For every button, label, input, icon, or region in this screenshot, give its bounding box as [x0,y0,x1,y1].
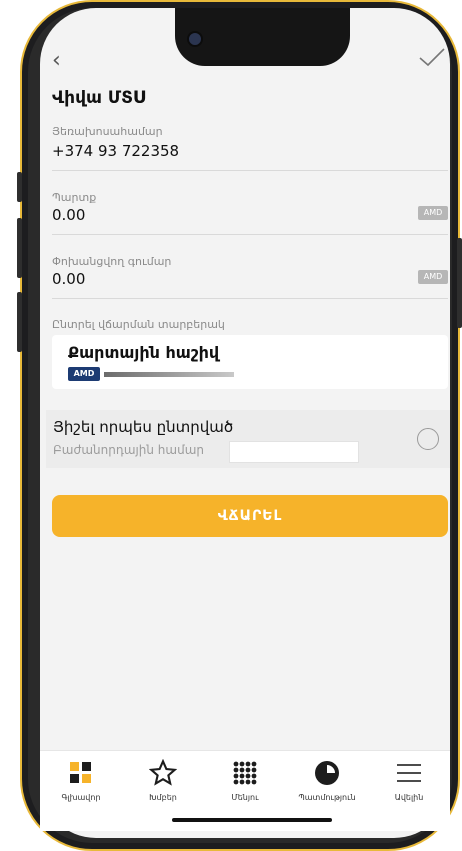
tab-more[interactable]: Ավելին [368,759,450,802]
transfer-amount-input[interactable]: 0.00 [52,270,85,288]
checkmark-icon[interactable] [418,46,446,72]
star-icon [122,759,204,787]
save-as-favorite-label: Յիշել որպես ընտրված [53,418,234,436]
pay-button[interactable]: ՎՃԱՐԵԼ [52,495,448,537]
tab-groups[interactable]: Խմբեր [122,759,204,802]
transfer-amount-label: Փոխանցվող գումար [52,255,172,268]
divider [52,298,448,299]
side-button-volume-up [17,218,22,278]
payment-card-selector[interactable]: Քարտային հաշիվ AMD [52,335,448,389]
side-button-mute [17,172,22,202]
side-button-power [457,238,462,328]
subscriber-label: Յեռախոսահամար [52,125,163,138]
debt-currency-badge: AMD [418,206,448,220]
tab-menu[interactable]: Մենյու [204,759,286,802]
side-button-volume-down [17,292,22,352]
home-indicator[interactable] [172,818,332,822]
tab-history[interactable]: Պատմություն [286,759,368,802]
tab-label: Գլխավոր [61,793,101,802]
tab-label: Խմբեր [149,793,177,802]
save-as-favorite-row: Յիշել որպես ընտրված Բաժանորդային համար [46,410,450,468]
page-title: Վիվա ՄՏՍ [52,88,146,108]
subscriber-number-input[interactable] [229,441,359,463]
history-pie-icon [286,759,368,787]
card-currency-badge: AMD [68,367,100,381]
payment-method-label: Ընտրել վճարման տարբերակ [52,318,225,331]
front-camera [187,31,203,47]
tab-label: Մենյու [231,793,259,802]
menu-lines-icon [368,759,450,787]
debt-label: Պարտք [52,191,97,204]
masked-card-number [104,372,234,377]
dots-grid-icon [204,759,286,787]
tab-home[interactable]: Գլխավոր [40,759,122,802]
grid-icon [40,759,122,787]
divider [52,170,448,171]
subscriber-value[interactable]: +374 93 722358 [52,142,179,160]
chevron-left-icon[interactable]: ‹ [52,48,61,73]
subscriber-number-label: Բաժանորդային համար [53,443,204,457]
save-favorite-radio[interactable] [417,428,439,450]
tab-label: Պատմություն [298,793,356,802]
divider [52,234,448,235]
transfer-currency-badge: AMD [418,270,448,284]
tab-label: Ավելին [394,793,424,802]
card-title: Քարտային հաշիվ [68,343,220,362]
debt-value: 0.00 [52,206,86,224]
